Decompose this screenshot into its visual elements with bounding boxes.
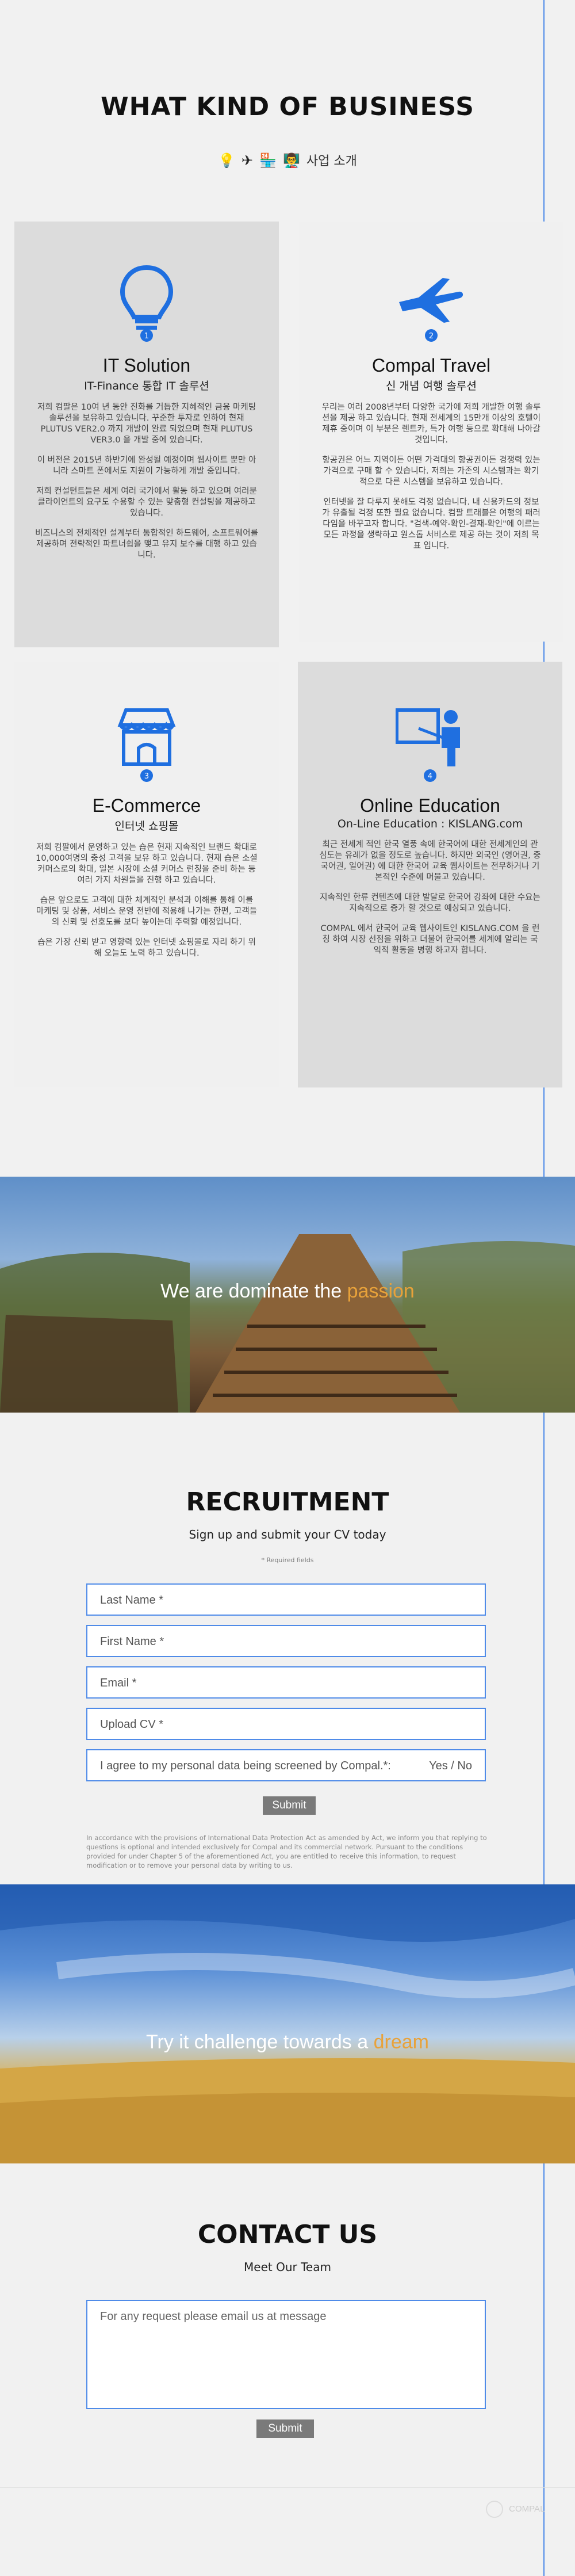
card-number: 2 — [429, 332, 434, 341]
card-body: 저희 컴팔에서 운영하고 있는 숍은 현재 지속적인 브랜드 확대로 10,00… — [14, 842, 279, 959]
message-textarea[interactable]: For any request please email us at messa… — [86, 2300, 486, 2409]
business-title: WHAT KIND OF BUSINESS — [101, 92, 474, 121]
shop-icon: 🏪 — [259, 152, 277, 169]
wheat-field-photo — [0, 1884, 575, 2163]
card-paragraph: 숍은 앞으로도 고객에 대한 체계적인 분석과 이해를 통해 이를 마케팅 및 … — [36, 896, 258, 927]
card-body: 우리는 여러 2008년부터 다양한 국가에 저희 개발한 여행 솔루션을 제공… — [299, 402, 564, 552]
bulb-icon: 1 — [120, 265, 174, 342]
card-paragraph: 이 버전은 2015년 하반기에 완성될 예정이며 웹사이트 뿐만 아니라 스마… — [37, 456, 256, 476]
dream-banner: Try it challenge towards a dream — [0, 1884, 575, 2163]
card-paragraph: 비즈니스의 전체적인 설계부터 통합적인 하드웨어, 소프트웨어를 제공하며 전… — [35, 529, 258, 560]
shop-icon: 3 — [117, 708, 176, 782]
card-paragraph: 지속적인 한류 컨텐츠에 대한 발달로 한국어 강좌에 대한 수요는 지속적으로… — [320, 893, 540, 913]
card-subtitle: 신 개념 여행 솔루션 — [386, 380, 477, 392]
last-name-field[interactable]: Last Name * — [86, 1583, 486, 1616]
footer-divider — [0, 2487, 575, 2488]
passion-banner-text: We are dominate the passion — [0, 1280, 575, 1303]
upload-cv-field[interactable]: Upload CV * — [86, 1708, 486, 1740]
card-body: 저희 컴팔은 10여 년 동안 진화를 거듭한 지혜적인 금융 마케팅 솔루션을… — [14, 402, 279, 561]
card-paragraph: COMPAL 에서 한국어 교육 웹사이트인 KISLANG.COM 을 런칭 … — [320, 924, 540, 955]
card-subtitle: 인터넷 쇼핑몰 — [114, 820, 179, 833]
card-body: 최근 전세계 적인 한국 열풍 속에 한국어에 대한 전세계인의 관심도는 유례… — [298, 839, 562, 956]
card-paragraph: 저희 컴팔은 10여 년 동안 진화를 거듭한 지혜적인 금융 마케팅 솔루션을… — [37, 403, 256, 445]
business-subtitle: 사업 소개 — [306, 154, 357, 169]
banner-accent-word: dream — [373, 2031, 429, 2053]
logo-circle-icon — [486, 2501, 503, 2518]
plane-icon: ✈ — [241, 152, 254, 169]
card-subtitle: IT-Finance 통합 IT 솔루션 — [84, 380, 209, 392]
recruitment-submit-button[interactable]: Submit — [263, 1796, 316, 1815]
consent-options[interactable]: Yes / No — [429, 1760, 472, 1772]
card-title: Compal Travel — [371, 355, 491, 376]
footer-logo: COMPAL — [486, 2501, 545, 2518]
card-title: E-Commerce — [92, 795, 201, 816]
contact-subtitle: Meet Our Team — [244, 2260, 331, 2274]
banner-accent-word: passion — [347, 1280, 415, 1302]
teacher-icon: 👨‍🏫 — [283, 152, 300, 169]
card-paragraph: 저희 컴팔에서 운영하고 있는 숍은 현재 지속적인 브랜드 확대로 10,00… — [36, 843, 258, 885]
contact-title: CONTACT US — [197, 2220, 378, 2249]
consent-field[interactable]: I agree to my personal data being screen… — [86, 1749, 486, 1781]
card-subtitle: On-Line Education : KISLANG.com — [337, 818, 523, 830]
business-card-e-commerce: 3 E-Commerce 인터넷 쇼핑몰 저희 컴팔에서 운영하고 있는 숍은 … — [14, 662, 279, 1087]
required-fields-note: * Required fields — [261, 1556, 314, 1564]
dream-banner-text: Try it challenge towards a dream — [0, 2031, 575, 2054]
business-card-online-education: 4 Online Education On-Line Education : K… — [298, 662, 562, 1087]
business-card-it-solution: 1 IT Solution IT-Finance 통합 IT 솔루션 저희 컴팔… — [14, 222, 279, 647]
card-paragraph: 우리는 여러 2008년부터 다양한 국가에 저희 개발한 여행 솔루션을 제공… — [321, 403, 541, 445]
bulb-icon: 💡 — [218, 152, 236, 169]
teacher-icon: 4 — [395, 708, 460, 782]
first-name-field[interactable]: First Name * — [86, 1625, 486, 1657]
consent-label: I agree to my personal data being screen… — [100, 1760, 391, 1772]
legal-notice: In accordance with the provisions of Int… — [86, 1834, 487, 1869]
card-paragraph: 최근 전세계 적인 한국 열풍 속에 한국어에 대한 전세계인의 관심도는 유례… — [319, 840, 541, 882]
footer-logo-text: COMPAL — [509, 2504, 545, 2514]
plane-icon: 2 — [399, 278, 463, 342]
card-paragraph: 숍은 가장 신뢰 받고 영향력 있는 인터넷 쇼핑몰로 자리 하기 위해 오늘도… — [37, 938, 256, 958]
card-paragraph: 저희 컨설턴트들은 세계 여러 국가에서 활동 하고 있으며 여러분 클라이언트… — [36, 487, 257, 518]
card-number: 1 — [144, 332, 149, 341]
contact-submit-button[interactable]: Submit — [256, 2419, 314, 2438]
card-title: IT Solution — [102, 355, 191, 376]
email-field[interactable]: Email * — [86, 1666, 486, 1699]
business-subtitle-row: 💡 ✈ 🏪 👨‍🏫 사업 소개 — [0, 151, 575, 169]
banner-text: Try it challenge towards a — [146, 2031, 369, 2053]
business-card-compal-travel: 2 Compal Travel 신 개념 여행 솔루션 우리는 여러 2008년… — [299, 222, 564, 642]
banner-text: We are dominate the — [160, 1280, 342, 1302]
recruitment-subtitle: Sign up and submit your CV today — [189, 1528, 386, 1541]
recruitment-title: RECRUITMENT — [186, 1487, 389, 1517]
card-paragraph: 인터넷을 잘 다루지 못해도 걱정 없습니다. 내 신용카드의 정보가 유출될 … — [322, 498, 540, 551]
passion-banner: We are dominate the passion — [0, 1177, 575, 1413]
card-paragraph: 항공권은 어느 지역이든 어떤 가격대의 항공권이든 경쟁력 있는 가격으로 구… — [322, 456, 540, 487]
card-number: 3 — [144, 772, 149, 781]
card-title: Online Education — [360, 795, 500, 816]
card-number: 4 — [428, 772, 432, 781]
